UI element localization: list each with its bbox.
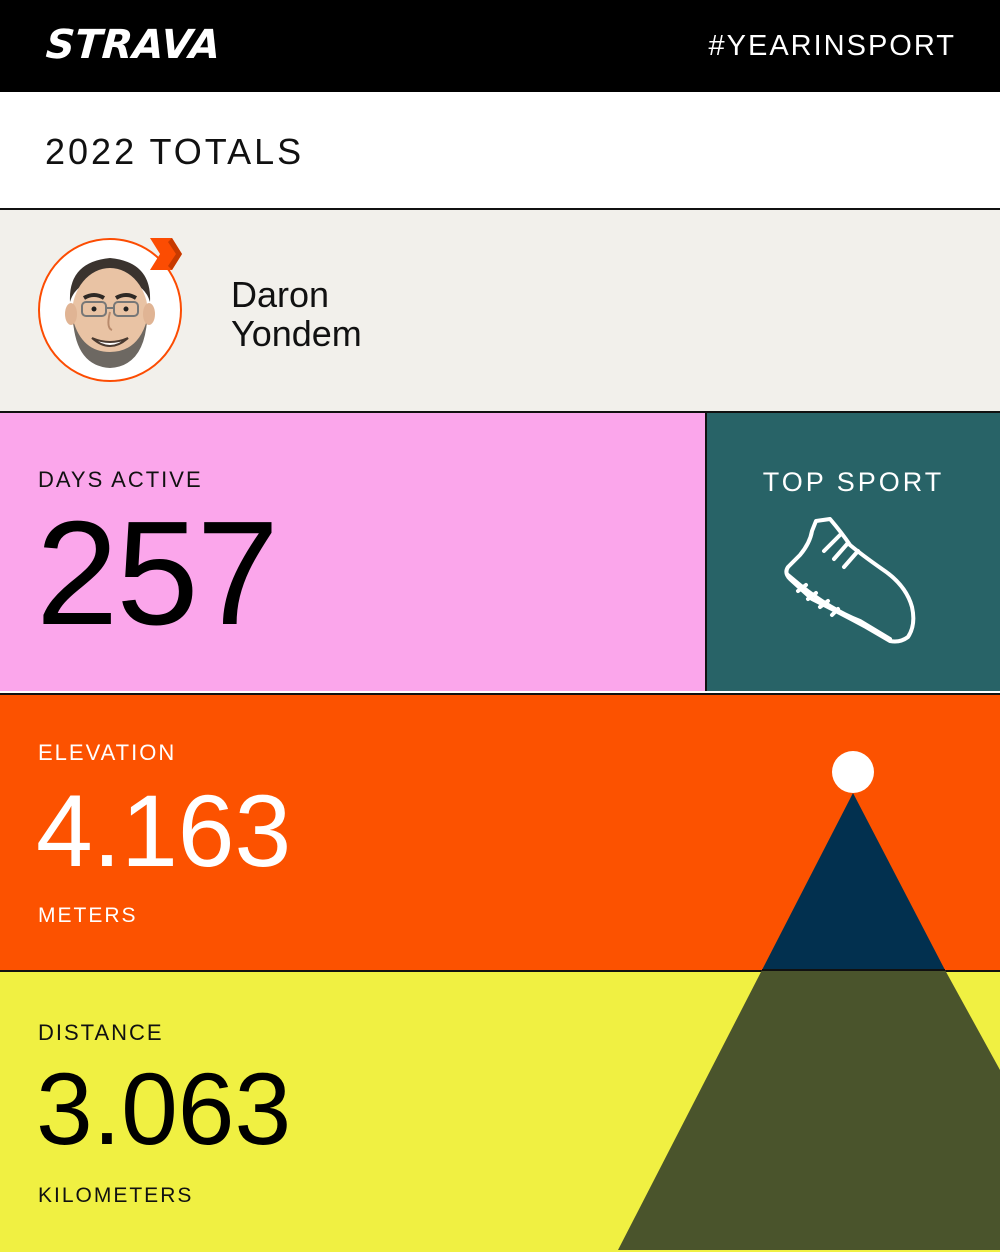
days-active-label: DAYS ACTIVE [38,467,203,492]
distance-label: DISTANCE [38,1020,164,1045]
strava-logo: STRAVA [44,22,222,68]
distance-value: 3.063 [36,1052,292,1166]
elevation-label: ELEVATION [38,740,177,765]
days-active-value: 257 [36,491,279,656]
distance-unit: KILOMETERS [38,1184,194,1207]
page-title: 2022 TOTALS [45,131,305,172]
strava-chevron-badge-icon [150,238,182,270]
athlete-last-name: Yondem [231,313,362,354]
athlete-first-name: Daron [231,274,330,315]
elevation-value: 4.163 [36,774,292,888]
top-sport-label: TOP SPORT [762,467,945,497]
hashtag-label: #YEARINSPORT [708,30,956,62]
running-shoe-icon [784,517,916,644]
elevation-unit: METERS [38,904,138,927]
